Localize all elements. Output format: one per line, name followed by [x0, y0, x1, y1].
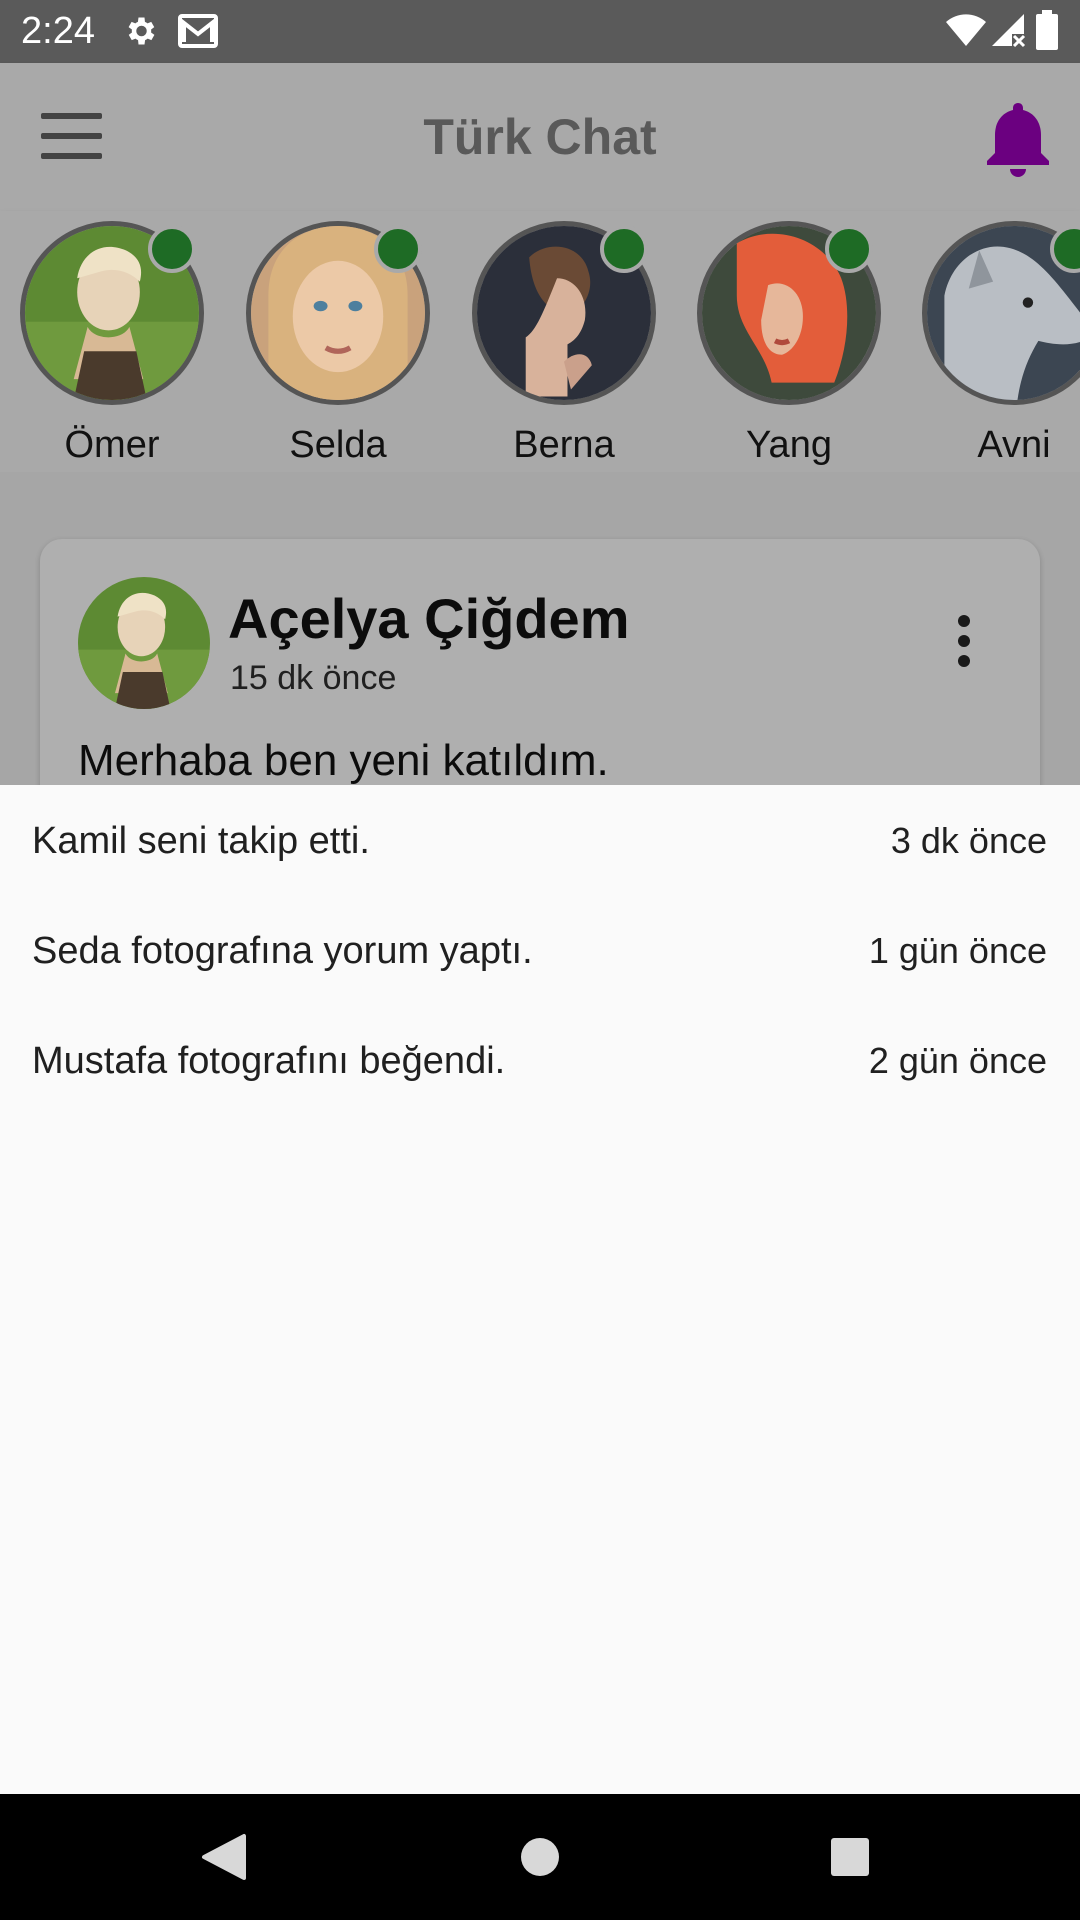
navigation-bar [0, 1794, 1080, 1920]
wifi-icon [946, 12, 986, 53]
online-indicator [148, 225, 196, 273]
bell-icon[interactable] [984, 99, 1052, 177]
notification-text: Seda fotografına yorum yaptı. [32, 930, 533, 972]
gmail-icon [178, 14, 218, 53]
online-indicator [374, 225, 422, 273]
story-item[interactable]: Yang [697, 221, 881, 471]
feed-scrim[interactable]: Açelya Çiğdem 15 dk önce Merhaba ben yen… [0, 472, 1080, 785]
home-circle-icon[interactable] [505, 1822, 575, 1892]
post-author: Açelya Çiğdem [228, 587, 630, 650]
online-indicator [825, 225, 873, 273]
gear-icon [122, 12, 158, 55]
stories-strip: Ömer Selda Berna Yang Avni [0, 211, 1080, 472]
story-name: Selda [289, 424, 387, 466]
story-name: Yang [746, 424, 832, 466]
story-name: Ömer [64, 424, 160, 466]
notifications-sheet: Kamil seni takip etti. 3 dk önce Seda fo… [0, 785, 1080, 1794]
story-item[interactable]: Berna [472, 221, 656, 471]
story-item[interactable]: Avni [922, 221, 1080, 471]
notification-item[interactable]: Kamil seni takip etti. 3 dk önce [0, 785, 1080, 895]
notification-time: 3 dk önce [890, 820, 1047, 861]
notification-text: Mustafa fotografını beğendi. [32, 1040, 506, 1082]
avatar[interactable] [78, 577, 210, 709]
app-bar: Türk Chat [0, 63, 1080, 211]
signal-icon [990, 12, 1026, 53]
post-time: 15 dk önce [230, 659, 397, 697]
back-triangle-icon[interactable] [190, 1822, 260, 1892]
post-card: Açelya Çiğdem 15 dk önce Merhaba ben yen… [40, 539, 1040, 785]
app-title: Türk Chat [423, 109, 657, 165]
online-indicator [600, 225, 648, 273]
notification-item[interactable]: Mustafa fotografını beğendi. 2 gün önce [0, 1005, 1080, 1115]
more-vertical-icon[interactable] [940, 609, 988, 673]
status-bar: 2:24 [0, 0, 1080, 63]
battery-icon [1036, 10, 1058, 55]
notification-time: 2 gün önce [868, 1040, 1047, 1081]
recents-square-icon[interactable] [815, 1822, 885, 1892]
notification-item[interactable]: Seda fotografına yorum yaptı. 1 gün önce [0, 895, 1080, 1005]
notification-time: 1 gün önce [868, 930, 1047, 971]
story-name: Berna [513, 424, 615, 466]
story-item[interactable]: Selda [246, 221, 430, 471]
story-name: Avni [977, 424, 1051, 466]
post-text: Merhaba ben yeni katıldım. [78, 736, 609, 785]
status-time: 2:24 [21, 10, 95, 52]
notification-text: Kamil seni takip etti. [32, 820, 370, 862]
story-item[interactable]: Ömer [20, 221, 204, 471]
